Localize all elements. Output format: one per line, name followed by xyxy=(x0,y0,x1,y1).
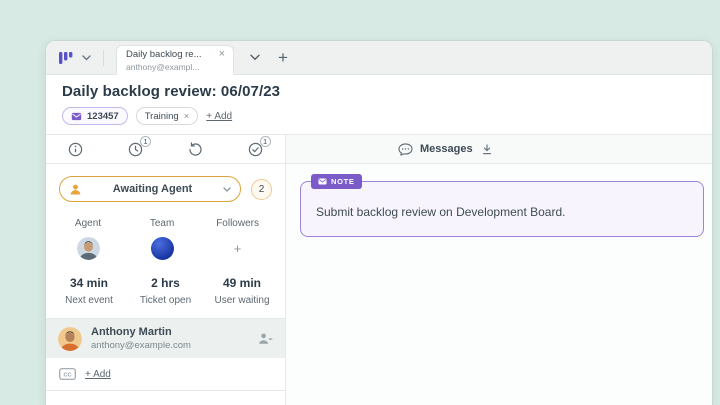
chevron-down-icon xyxy=(223,186,231,192)
agent-label: Agent xyxy=(74,218,102,229)
agent-avatar[interactable] xyxy=(76,237,100,260)
note-message[interactable]: NOTE Submit backlog review on Developmen… xyxy=(300,174,704,237)
stat-label: Next event xyxy=(65,295,113,306)
status-label: Awaiting Agent xyxy=(112,183,193,195)
kanban-board-icon[interactable] xyxy=(58,51,73,65)
status-count-badge[interactable]: 2 xyxy=(251,178,272,200)
people-row: Agent Team Followers + xyxy=(46,212,285,260)
messages-header: Messages xyxy=(286,135,712,164)
ticket-header: Daily backlog review: 06/07/23 123457 Tr… xyxy=(46,75,712,135)
note-envelope-icon xyxy=(318,178,327,185)
tab-subtitle: anthony@exampl... xyxy=(126,62,200,72)
note-badge-label: NOTE xyxy=(331,177,355,186)
check-circle-icon[interactable]: 1 xyxy=(247,135,271,158)
stat-value: 34 min xyxy=(69,276,108,290)
check-count-badge: 1 xyxy=(259,135,271,147)
stat-user-waiting: 49 min User waiting xyxy=(209,276,275,306)
messages-body: NOTE Submit backlog review on Developmen… xyxy=(286,164,712,405)
tag-training[interactable]: Training × xyxy=(135,107,199,125)
add-tag-button[interactable]: + Add xyxy=(206,111,232,122)
remove-tag-icon[interactable]: × xyxy=(184,111,190,122)
status-dropdown[interactable]: Awaiting Agent xyxy=(59,176,241,202)
tag-label: Training xyxy=(144,110,179,122)
messages-title: Messages xyxy=(420,143,473,155)
note-text: Submit backlog review on Development Boa… xyxy=(316,205,566,219)
tab-list-chevron-down-icon[interactable] xyxy=(250,54,260,61)
agent-person-icon xyxy=(69,183,82,196)
remove-person-icon[interactable] xyxy=(258,332,273,345)
new-tab-button[interactable]: + xyxy=(278,49,288,66)
status-row: Awaiting Agent 2 xyxy=(46,164,285,212)
ticket-number: 123457 xyxy=(87,110,119,122)
add-follower-button[interactable]: + xyxy=(234,237,242,260)
contact-name: Anthony Martin xyxy=(91,326,172,338)
team-column: Team xyxy=(142,218,182,260)
note-badge: NOTE xyxy=(311,174,362,189)
ticket-sidebar: 1 1 Awaiting Agent 2 Agent Team Follower… xyxy=(46,135,286,405)
contact-names: Anthony Martin anthony@example.com xyxy=(91,326,249,351)
stat-label: Ticket open xyxy=(139,295,192,306)
stats-row: 34 min Next event 2 hrs Ticket open 49 m… xyxy=(46,260,285,318)
cc-icon: CC xyxy=(59,368,76,380)
tab-bar: Daily backlog re... × anthony@exampl... … xyxy=(46,41,712,75)
cc-icon-label: CC xyxy=(63,372,71,378)
contact-avatar xyxy=(58,326,82,351)
stat-label: User waiting xyxy=(214,295,270,306)
cc-row: CC + Add xyxy=(46,358,285,391)
desktop-background: { "tab_bar": { "tab_title": "Daily backl… xyxy=(0,0,720,405)
tabbar-divider xyxy=(103,49,104,66)
tab-daily-backlog-review[interactable]: Daily backlog re... × anthony@exampl... xyxy=(116,45,234,75)
ticket-window: Daily backlog re... × anthony@exampl... … xyxy=(45,40,713,405)
ticket-number-badge[interactable]: 123457 xyxy=(62,107,128,125)
followers-column: Followers + xyxy=(216,218,259,260)
sidebar-tabs: 1 1 xyxy=(46,135,285,164)
clock-icon[interactable]: 1 xyxy=(127,135,152,158)
chat-bubble-icon xyxy=(398,142,413,156)
stat-ticket-open: 2 hrs Ticket open xyxy=(133,276,199,306)
stat-value: 2 hrs xyxy=(151,276,180,290)
envelope-icon xyxy=(71,112,82,121)
info-icon[interactable] xyxy=(67,141,84,158)
followers-label: Followers xyxy=(216,218,259,229)
scroll-to-bottom-icon[interactable] xyxy=(482,143,492,155)
tab-title: Daily backlog re... xyxy=(126,49,202,60)
ticket-title: Daily backlog review: 06/07/23 xyxy=(62,83,281,100)
contact-email: anthony@example.com xyxy=(91,340,191,351)
team-avatar[interactable] xyxy=(150,237,174,260)
tag-row: 123457 Training × + Add xyxy=(62,107,696,125)
team-label: Team xyxy=(149,218,175,229)
conversation-panel: Messages NOTE Submit backlog review on D… xyxy=(286,135,712,405)
agent-column: Agent xyxy=(68,218,108,260)
workspace-chevron-down-icon[interactable] xyxy=(82,54,91,61)
tab-close-icon[interactable]: × xyxy=(215,49,225,60)
history-icon[interactable] xyxy=(187,141,204,158)
clock-count-badge: 1 xyxy=(140,135,152,147)
stat-next-event: 34 min Next event xyxy=(56,276,122,306)
contact-row[interactable]: Anthony Martin anthony@example.com xyxy=(46,318,285,358)
add-cc-button[interactable]: + Add xyxy=(85,369,111,380)
stat-value: 49 min xyxy=(222,276,261,290)
main-area: 1 1 Awaiting Agent 2 Agent Team Follower… xyxy=(46,135,712,405)
